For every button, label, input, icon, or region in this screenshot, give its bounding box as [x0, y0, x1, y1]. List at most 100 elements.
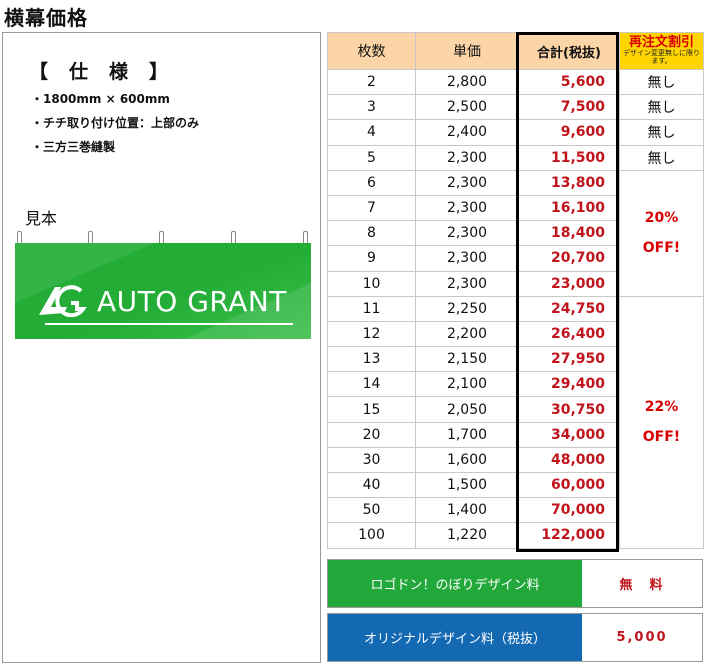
header-qty: 枚数: [327, 32, 416, 70]
total-cell: 24,750: [518, 295, 620, 322]
total-cell: 11,500: [518, 144, 620, 171]
discount-off-label: OFF!: [642, 240, 681, 257]
spec-list: ・1800mm × 600mm ・チチ取り付け位置：上部のみ ・三方三巻縫製: [31, 91, 199, 163]
discount-note: デザイン変更無しに限ります。: [623, 49, 700, 65]
discount-cell: 無し: [619, 94, 704, 121]
unit-price-cell: 2,300: [415, 270, 519, 297]
total-cell: 13,800: [518, 169, 620, 196]
table-row: 6 2,300 13,800 20% OFF!: [327, 169, 704, 297]
qty-cell: 3: [327, 94, 416, 121]
price-table-body: 2 2,800 5,600 無し 3 2,500 7,500 無し 4 2,400 9,600 無し 5…: [327, 68, 704, 549]
spec-item-attachment: ・チチ取り付け位置：上部のみ: [31, 116, 200, 130]
discount-cell: 無し: [619, 119, 704, 146]
qty-cell: 10: [327, 270, 416, 297]
sample-banner: AUTO GRANT: [15, 243, 311, 339]
unit-price-cell: 2,500: [415, 94, 519, 121]
unit-price-cell: 1,400: [415, 497, 519, 524]
discount-title: 再注文割引: [628, 35, 694, 50]
header-reorder-discount: 再注文割引 デザイン変更無しに限ります。: [619, 32, 704, 70]
unit-price-cell: 2,200: [415, 320, 519, 348]
table-row: 4 2,400 9,600 無し: [327, 119, 704, 146]
unit-price-cell: 2,400: [415, 119, 519, 146]
original-design-fee-label: オリジナルデザイン料（税抜）: [328, 614, 582, 661]
unit-price-cell: 2,100: [415, 371, 519, 398]
logo-text: AUTO GRANT: [97, 285, 287, 318]
discount-group-cell: 22% OFF!: [619, 295, 704, 549]
qty-cell: 12: [327, 320, 416, 348]
logodon-design-fee-value: 無 料: [619, 578, 665, 593]
table-row: 2 2,800 5,600 無し: [327, 68, 704, 96]
spec-heading: 【 仕 様 】: [29, 61, 170, 83]
unit-price-cell: 1,700: [415, 421, 519, 448]
discount-cell: 無し: [619, 144, 704, 171]
logo-underline: [45, 323, 293, 325]
table-row: 11 2,250 24,750 22% OFF!: [327, 295, 704, 549]
discount-group-cell: 20% OFF!: [619, 169, 704, 297]
total-cell: 27,950: [518, 346, 620, 373]
table-row: 5 2,300 11,500 無し: [327, 144, 704, 171]
qty-cell: 2: [327, 68, 416, 96]
ag-logo-icon: [39, 285, 87, 317]
unit-price-cell: 2,150: [415, 346, 519, 373]
qty-cell: 5: [327, 144, 416, 171]
total-cell: 5,600: [518, 68, 620, 96]
qty-cell: 20: [327, 421, 416, 448]
unit-price-cell: 2,300: [415, 245, 519, 272]
qty-cell: 50: [327, 497, 416, 524]
qty-cell: 15: [327, 396, 416, 423]
unit-price-cell: 1,500: [415, 471, 519, 499]
qty-cell: 9: [327, 245, 416, 272]
total-cell: 9,600: [518, 119, 620, 146]
unit-price-cell: 2,050: [415, 396, 519, 423]
page-title: 横幕価格: [4, 6, 88, 30]
qty-cell: 11: [327, 295, 416, 322]
qty-cell: 13: [327, 346, 416, 373]
qty-cell: 30: [327, 446, 416, 474]
qty-cell: 4: [327, 119, 416, 146]
total-cell: 70,000: [518, 497, 620, 524]
total-cell: 30,750: [518, 396, 620, 423]
total-cell: 26,400: [518, 320, 620, 348]
discount-rate: 20%: [644, 210, 679, 227]
original-design-fee-value: 5,000: [616, 630, 668, 645]
discount-off-label: OFF!: [642, 429, 681, 446]
unit-price-cell: 1,600: [415, 446, 519, 474]
spec-panel: 【 仕 様 】 ・1800mm × 600mm ・チチ取り付け位置：上部のみ ・…: [2, 32, 321, 663]
total-cell: 20,700: [518, 245, 620, 272]
total-cell: 29,400: [518, 371, 620, 398]
qty-cell: 14: [327, 371, 416, 398]
total-cell: 34,000: [518, 421, 620, 448]
original-design-fee-box: オリジナルデザイン料（税抜） 5,000: [327, 613, 703, 662]
logodon-design-fee-box: ロゴドン！のぼりデザイン料 無 料: [327, 559, 703, 608]
unit-price-cell: 2,300: [415, 220, 519, 247]
discount-rate: 22%: [644, 399, 679, 416]
total-cell: 60,000: [518, 471, 620, 499]
total-cell: 16,100: [518, 194, 620, 222]
header-unit-price: 単価: [415, 32, 519, 70]
header-total: 合計(税抜): [518, 32, 620, 70]
total-cell: 7,500: [518, 94, 620, 121]
table-header-row: 枚数 単価 合計(税抜) 再注文割引 デザイン変更無しに限ります。: [327, 32, 704, 70]
total-cell: 18,400: [518, 220, 620, 247]
total-cell: 122,000: [518, 522, 620, 549]
qty-cell: 6: [327, 169, 416, 196]
qty-cell: 7: [327, 194, 416, 222]
total-cell: 23,000: [518, 270, 620, 297]
unit-price-cell: 2,800: [415, 68, 519, 96]
qty-cell: 100: [327, 522, 416, 549]
price-table: 枚数 単価 合計(税抜) 再注文割引 デザイン変更無しに限ります。 2 2,800…: [327, 32, 704, 549]
spec-item-sewing: ・三方三巻縫製: [31, 140, 116, 154]
unit-price-cell: 2,300: [415, 194, 519, 222]
total-cell: 48,000: [518, 446, 620, 474]
table-row: 3 2,500 7,500 無し: [327, 94, 704, 121]
discount-cell: 無し: [619, 68, 704, 96]
logodon-design-fee-label: ロゴドン！のぼりデザイン料: [328, 560, 582, 607]
unit-price-cell: 2,250: [415, 295, 519, 322]
unit-price-cell: 2,300: [415, 144, 519, 171]
qty-cell: 40: [327, 471, 416, 499]
sample-label: 見本: [25, 209, 58, 228]
spec-item-size: ・1800mm × 600mm: [31, 92, 170, 106]
qty-cell: 8: [327, 220, 416, 247]
unit-price-cell: 1,220: [415, 522, 519, 549]
unit-price-cell: 2,300: [415, 169, 519, 196]
